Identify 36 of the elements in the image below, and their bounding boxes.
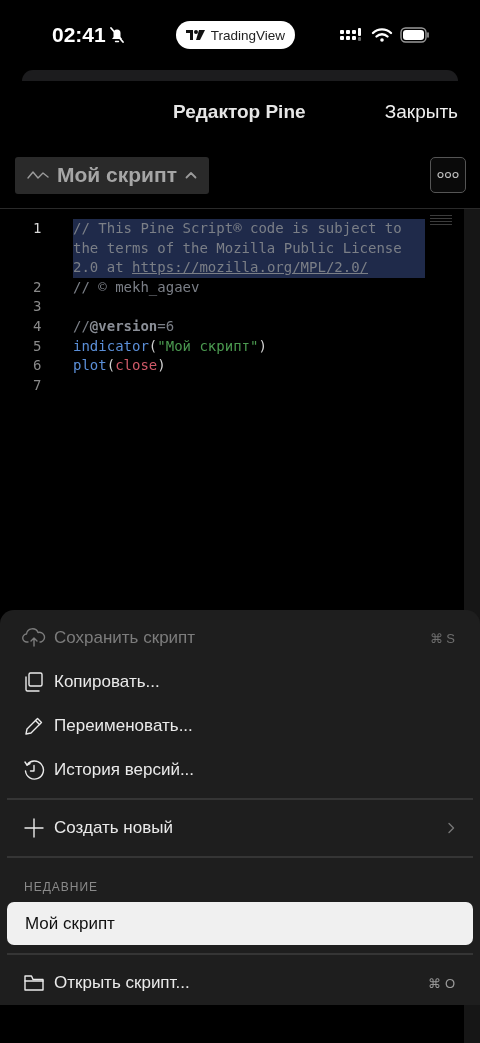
recent-item[interactable]: Мой скрипт	[7, 902, 473, 945]
menu-item[interactable]: История версий...	[7, 748, 473, 792]
history-icon	[21, 757, 47, 783]
more-icon	[437, 171, 459, 179]
battery-icon	[400, 27, 430, 43]
screen-title: Редактор Pine	[173, 101, 306, 123]
line-number: 5	[32, 336, 43, 356]
shortcut-hint: ⌘ O	[428, 975, 455, 991]
code-line: // © mekh_agaev	[73, 277, 201, 298]
close-button[interactable]: Закрыть	[384, 101, 458, 123]
line-number: 7	[32, 375, 43, 395]
menu-item[interactable]: Копировать...	[7, 660, 473, 704]
status-time: 02:41	[52, 23, 106, 47]
more-button[interactable]	[430, 157, 466, 193]
line-chart-icon	[27, 169, 49, 181]
line-number: 4	[32, 316, 43, 336]
line-number: 3	[32, 297, 43, 317]
code-line: plot(close)	[73, 356, 167, 376]
script-selector[interactable]: Мой скрипт	[15, 156, 209, 194]
line-number: 2	[32, 277, 43, 297]
menu-item[interactable]: Открыть скрипт... ⌘ O	[7, 961, 473, 1005]
shortcut-hint: ⌘ S	[429, 630, 455, 646]
wifi-icon	[371, 27, 393, 43]
line-number: 1	[32, 219, 43, 238]
app-pill[interactable]: TradingView	[175, 21, 295, 49]
menu-item[interactable]: Переименовать...	[7, 704, 473, 748]
plus-icon	[21, 815, 47, 841]
code-link[interactable]: https://mozilla.org/MPL/2.0/	[132, 259, 369, 276]
code-line: indicator("Мой скрипт")	[73, 336, 268, 356]
code-line: //@version=6	[73, 316, 176, 336]
bell-muted-icon	[108, 26, 125, 44]
logo-icon	[185, 29, 206, 41]
menu-item[interactable]: Создать новый	[7, 806, 473, 850]
section-header: НЕДАВНИЕ	[23, 879, 100, 896]
signal-icon	[340, 28, 364, 42]
line-number: 6	[32, 356, 43, 376]
